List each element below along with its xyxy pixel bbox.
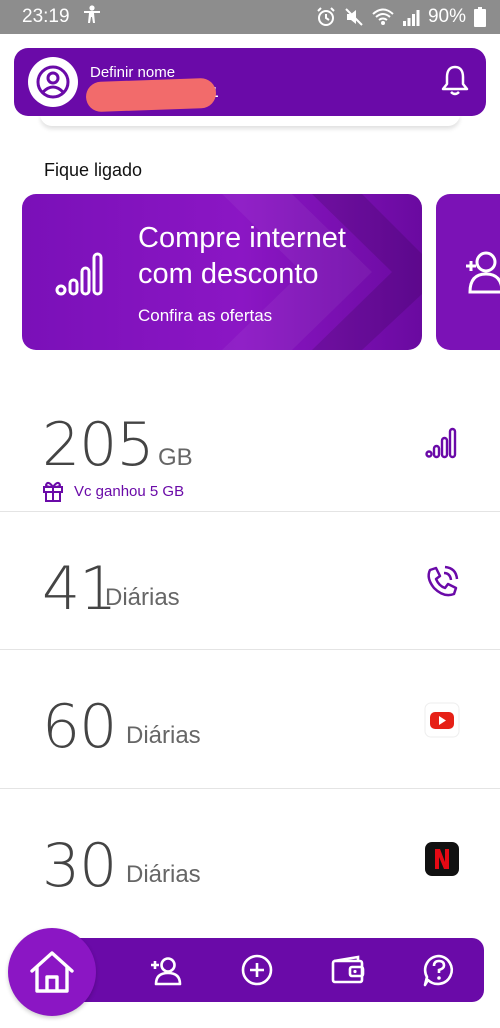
- account-header[interactable]: Definir nome 1: [14, 48, 486, 116]
- promo-banner[interactable]: Compre internet com desconto Confira as …: [22, 194, 422, 350]
- help-icon: [423, 954, 453, 987]
- section-title: Fique ligado: [44, 160, 143, 180]
- notifications-bell-icon[interactable]: [440, 64, 470, 101]
- promo-banner-next[interactable]: [436, 194, 500, 350]
- wallet-icon: [331, 955, 364, 984]
- status-time: 23:19: [22, 6, 70, 27]
- add-user-icon: [466, 251, 500, 294]
- promo-offers-link[interactable]: Confira as ofertas: [138, 306, 272, 326]
- calls-quota-unit: Diárias: [105, 584, 180, 611]
- avatar[interactable]: [28, 57, 78, 107]
- cell-signal-icon: [402, 8, 420, 26]
- mute-icon: [344, 7, 364, 27]
- promo-title-line2: com desconto: [138, 258, 319, 290]
- youtube-quota-row[interactable]: 60 Diárias: [0, 649, 500, 787]
- profile-icon: [36, 65, 70, 99]
- netflix-quota-value: 30: [42, 831, 117, 901]
- promo-title: Compre internet com desconto: [138, 220, 346, 292]
- bonus-text: Vc ganhou 5 GB: [74, 482, 185, 500]
- gift-icon: [43, 481, 63, 502]
- youtube-icon: [424, 702, 460, 738]
- nav-wallet[interactable]: [302, 953, 393, 987]
- data-quota-value: 205: [42, 410, 155, 480]
- signal-bars-icon: [425, 427, 457, 459]
- nav-home[interactable]: [8, 928, 96, 1016]
- status-bar: 23:19 90%: [0, 0, 500, 34]
- data-quota-row[interactable]: 205 GB Vc ganhou 5 GB: [0, 372, 500, 510]
- nav-add[interactable]: [211, 953, 302, 987]
- redaction-mark: [85, 77, 217, 112]
- alarm-icon: [316, 7, 336, 27]
- netflix-icon: [425, 842, 459, 876]
- netflix-quota-unit: Diárias: [126, 861, 201, 888]
- youtube-quota-unit: Diárias: [126, 722, 201, 749]
- battery-icon: [474, 7, 486, 27]
- home-icon: [30, 951, 74, 993]
- plus-circle-icon: [241, 954, 272, 986]
- battery-percent: 90%: [427, 6, 466, 27]
- youtube-quota-value: 60: [42, 692, 117, 762]
- promo-title-line1: Compre internet: [138, 222, 346, 254]
- signal-bars-icon: [55, 252, 103, 296]
- phone-call-icon: [427, 565, 459, 597]
- phone-number: 1: [85, 77, 218, 112]
- nav-help[interactable]: [393, 953, 484, 987]
- bottom-navigation: [60, 938, 484, 1002]
- calls-quota-row[interactable]: 41 Diárias: [0, 511, 500, 649]
- data-quota-unit: GB: [158, 444, 193, 471]
- add-user-icon: [150, 957, 181, 986]
- bonus-info: Vc ganhou 5 GB: [42, 480, 184, 502]
- nav-add-user[interactable]: [120, 953, 211, 987]
- wifi-icon: [372, 7, 394, 27]
- accessibility-icon: [82, 4, 102, 30]
- netflix-quota-row[interactable]: 30 Diárias: [0, 788, 500, 926]
